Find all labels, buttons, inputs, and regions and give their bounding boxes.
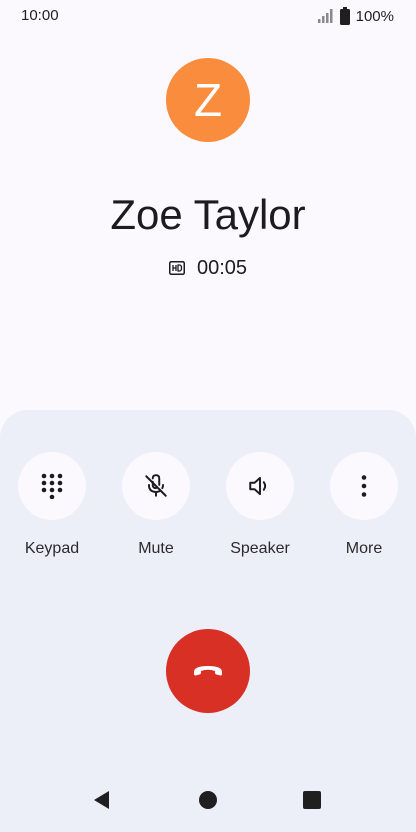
cellular-signal-icon: [317, 9, 333, 23]
contact-name: Zoe Taylor: [110, 191, 306, 238]
status-bar: 10:00 100%: [0, 0, 416, 34]
more-vertical-icon: [361, 475, 367, 497]
more-control[interactable]: More: [312, 452, 416, 572]
speaker-button[interactable]: [226, 452, 294, 520]
nav-home-button[interactable]: [184, 772, 232, 828]
back-icon: [94, 791, 109, 809]
end-call-button[interactable]: [166, 629, 250, 713]
status-time: 10:00: [21, 7, 59, 24]
home-icon: [199, 791, 217, 809]
keypad-control[interactable]: Keypad: [0, 452, 104, 572]
speaker-control[interactable]: Speaker: [208, 452, 312, 572]
hd-call-icon: [168, 261, 185, 275]
keypad-button[interactable]: [18, 452, 86, 520]
speaker-label: Speaker: [230, 540, 290, 557]
battery-percentage: 100%: [355, 7, 394, 25]
keypad-label: Keypad: [24, 540, 80, 557]
system-nav-bar: [0, 772, 416, 828]
nav-recents-button[interactable]: [288, 772, 336, 828]
avatar-initial: Z: [193, 74, 223, 126]
call-info: 00:05: [0, 254, 416, 282]
recents-icon: [303, 791, 321, 809]
keypad-icon: [41, 473, 63, 499]
speaker-icon: [249, 476, 267, 496]
mute-button[interactable]: [122, 452, 190, 520]
status-icons: 100%: [317, 6, 394, 26]
more-label: More: [345, 540, 383, 557]
mic-off-icon: [145, 474, 167, 497]
end-call-icon: [194, 666, 222, 676]
contact-avatar: Z: [166, 58, 250, 142]
battery-full-icon: [339, 7, 350, 25]
mute-label: Mute: [138, 540, 174, 557]
more-button[interactable]: [330, 452, 398, 520]
nav-back-button[interactable]: [78, 772, 126, 828]
mute-control[interactable]: Mute: [104, 452, 208, 572]
call-duration: 00:05: [196, 256, 248, 279]
